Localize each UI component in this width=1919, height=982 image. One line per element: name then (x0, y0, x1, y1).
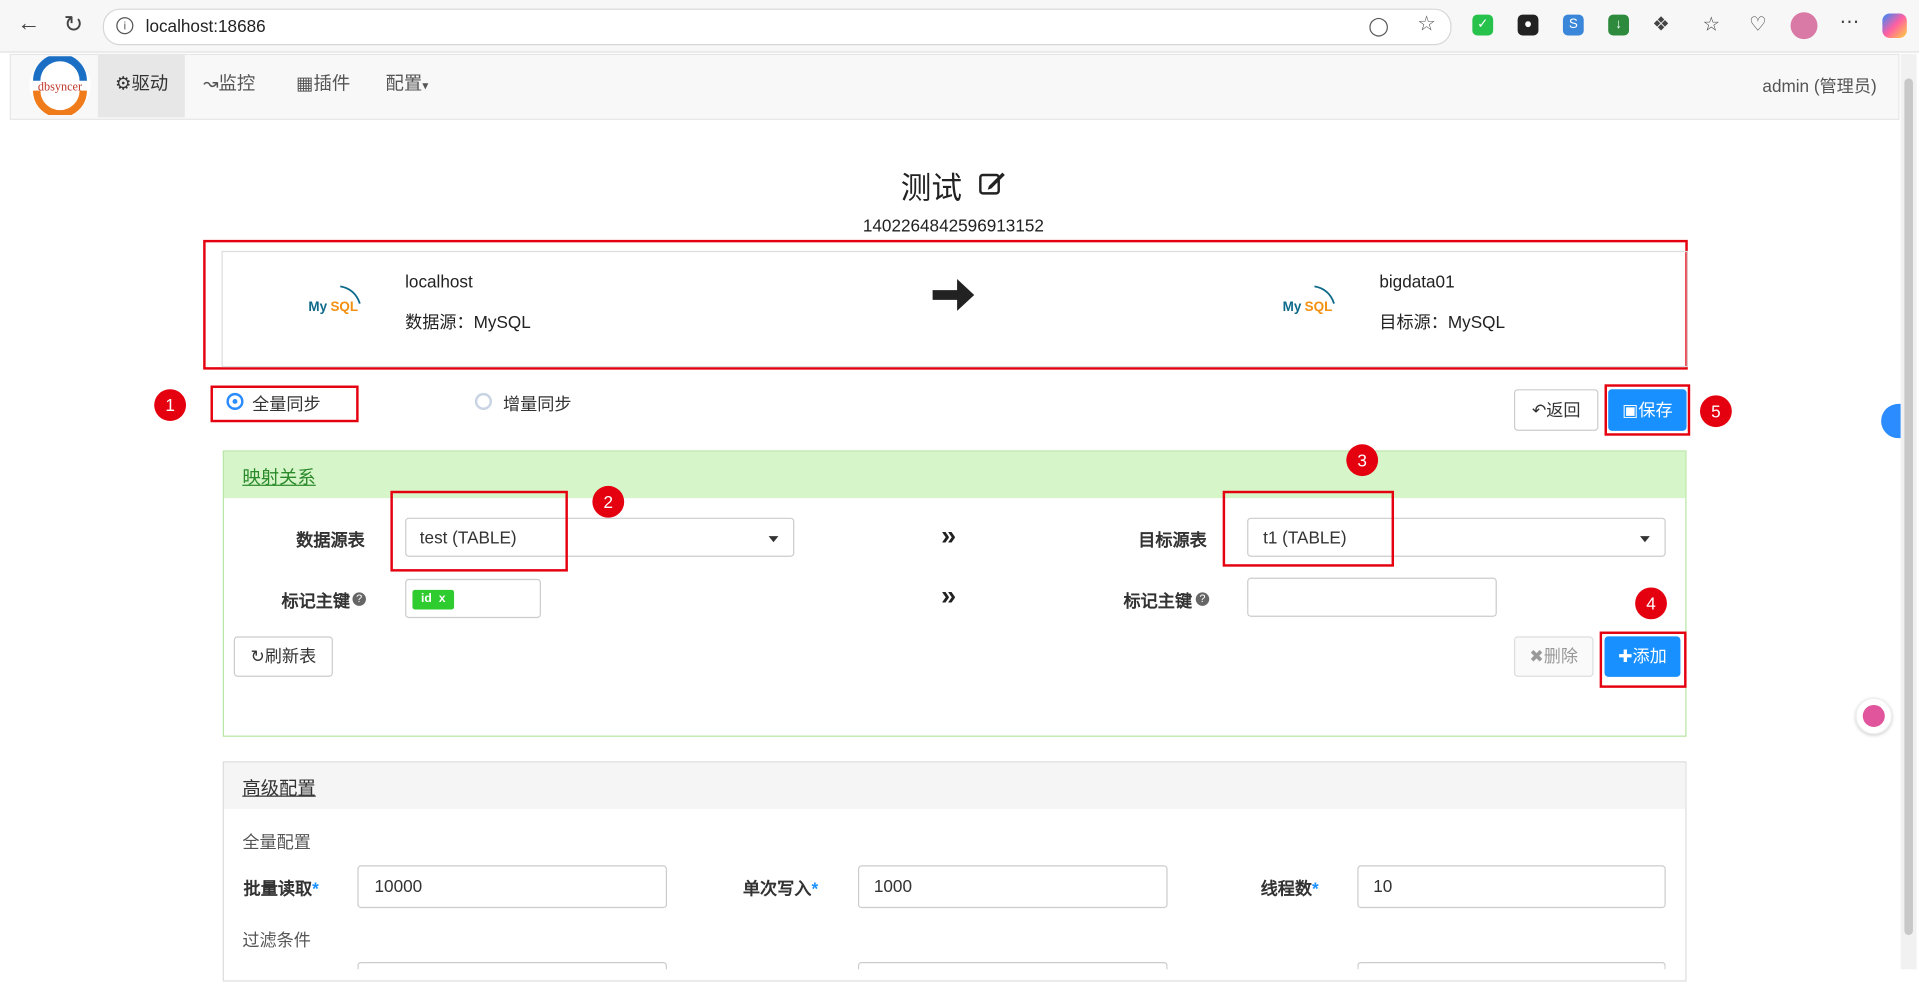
arrow-right-icon (932, 279, 975, 311)
info-icon[interactable]: i (116, 17, 134, 35)
puzzle-icon[interactable]: ❖ (1652, 12, 1670, 36)
translate-badge (1862, 704, 1885, 727)
caret-icon: ▾ (422, 79, 429, 94)
batch-read-value: 10000 (374, 876, 423, 896)
refresh-table-button[interactable]: ↻刷新表 (233, 636, 333, 677)
chevron-down-icon (1640, 536, 1650, 543)
annotation-badge-3: 3 (1346, 444, 1379, 477)
chevron-down-icon (768, 536, 779, 543)
reader-icon[interactable]: ◯ (1368, 15, 1389, 37)
target-pk-label: 标记主键 (1123, 591, 1193, 611)
plugin-icon: ▦ (296, 73, 314, 95)
pk-tag: id x (412, 589, 455, 610)
shield-ext-icon[interactable]: ✓ (1472, 14, 1494, 36)
task-id: 1402264842596913152 (862, 215, 1044, 235)
required-mark: * (811, 878, 819, 899)
user-menu[interactable]: admin (管理员) (1762, 73, 1876, 97)
delete-button[interactable]: ✖删除 (1513, 636, 1594, 677)
health-icon[interactable]: ♡ (1749, 12, 1767, 36)
favorite-icon[interactable]: ☆ (1417, 12, 1436, 36)
target-pk-input[interactable] (1247, 577, 1497, 617)
annotation-box-source-table (390, 490, 568, 572)
dashboard-icon: ⚙ (115, 73, 132, 95)
incremental-sync-radio[interactable] (474, 392, 493, 411)
required-mark: * (1312, 878, 1319, 899)
close-icon: ✖ (1529, 646, 1544, 666)
filter-input-1[interactable] (357, 961, 668, 970)
logo[interactable]: dbsyncer (29, 53, 91, 118)
required-mark: * (312, 878, 319, 899)
double-arrow-icon: » (941, 580, 957, 611)
edit-icon[interactable] (978, 169, 1007, 198)
target-table-label: 目标源表 (1138, 529, 1207, 550)
help-icon[interactable]: ? (352, 592, 366, 606)
single-write-label: 单次写入* (742, 878, 819, 899)
floppy-icon: ▣ (1622, 400, 1639, 420)
download-ext-icon[interactable]: ↓ (1608, 14, 1630, 36)
undo-icon: ↶ (1531, 400, 1547, 420)
threads-input[interactable] (1357, 865, 1666, 909)
back-icon[interactable]: ← (17, 11, 40, 38)
chart-icon: ↝ (203, 73, 219, 95)
filter-input-2[interactable] (857, 961, 1168, 970)
page-title: 测试 (900, 171, 963, 206)
source-pk-label: 标记主键 (281, 591, 351, 611)
svg-text:SQL: SQL (330, 299, 358, 314)
side-widget-icon[interactable] (1881, 403, 1901, 439)
double-arrow-icon: » (941, 520, 957, 551)
threads-value: 10 (1373, 876, 1393, 896)
nav-monitor[interactable]: ↝监控 (186, 54, 272, 118)
mysql-logo-source: My SQL (308, 285, 361, 314)
target-type: 目标源：MySQL (1379, 312, 1506, 332)
full-sync-label[interactable]: 全量同步 (252, 392, 321, 416)
svg-text:dbsyncer: dbsyncer (38, 80, 82, 94)
favorites-list-icon[interactable]: ☆ (1702, 12, 1720, 36)
incremental-sync-label[interactable]: 增量同步 (503, 392, 572, 416)
annotation-badge-1: 1 (154, 389, 187, 422)
refresh-icon[interactable]: ↻ (64, 11, 83, 39)
nav-plugin[interactable]: ▦插件 (279, 54, 367, 118)
filter-heading: 过滤条件 (242, 930, 311, 950)
translate-ext-icon[interactable]: S (1562, 14, 1584, 36)
source-name: localhost (405, 271, 473, 292)
svg-text:My: My (308, 299, 327, 314)
annotation-badge-5: 5 (1699, 395, 1732, 428)
svg-text:SQL: SQL (1305, 299, 1333, 314)
plus-icon: ✚ (1618, 646, 1633, 666)
full-sync-radio[interactable] (226, 392, 244, 411)
tag-remove-icon[interactable]: x (439, 592, 446, 605)
single-write-value: 1000 (873, 876, 912, 896)
add-button[interactable]: ✚添加 (1604, 636, 1681, 677)
copilot-icon[interactable] (1882, 13, 1907, 38)
full-config-heading: 全量配置 (242, 832, 311, 852)
filter-input-3[interactable] (1357, 961, 1666, 970)
back-button[interactable]: ↶返回 (1513, 389, 1599, 431)
target-name: bigdata01 (1379, 271, 1455, 292)
nav-driver[interactable]: ⚙驱动 (97, 53, 186, 118)
svg-text:My: My (1283, 299, 1302, 314)
advanced-title[interactable]: 高级配置 (242, 775, 315, 801)
more-icon[interactable]: ⋯ (1840, 10, 1860, 34)
address-bar[interactable] (102, 8, 1452, 46)
annotation-badge-4: 4 (1635, 587, 1667, 620)
annotation-badge-2: 2 (592, 485, 625, 518)
help-icon[interactable]: ? (1195, 592, 1210, 606)
annotation-box-target-table (1222, 490, 1395, 567)
source-table-label: 数据源表 (296, 529, 365, 550)
refresh-icon: ↻ (250, 646, 265, 666)
nav-config[interactable]: 配置▾ (368, 54, 445, 118)
batch-read-label: 批量读取* (243, 878, 319, 899)
translate-float-icon[interactable] (1855, 697, 1893, 735)
threads-label: 线程数* (1260, 878, 1319, 899)
mapping-title[interactable]: 映射关系 (242, 464, 315, 490)
source-type: 数据源：MySQL (405, 312, 531, 332)
logo-image: dbsyncer (33, 53, 87, 118)
url-text[interactable]: localhost:18686 (146, 16, 266, 36)
mysql-logo-target: My SQL (1283, 285, 1335, 314)
advanced-panel-header (223, 762, 1686, 809)
game-ext-icon[interactable]: ● (1517, 14, 1539, 36)
save-button[interactable]: ▣保存 (1608, 389, 1687, 431)
profile-avatar[interactable] (1790, 12, 1818, 40)
scrollbar-thumb[interactable] (1904, 78, 1913, 936)
